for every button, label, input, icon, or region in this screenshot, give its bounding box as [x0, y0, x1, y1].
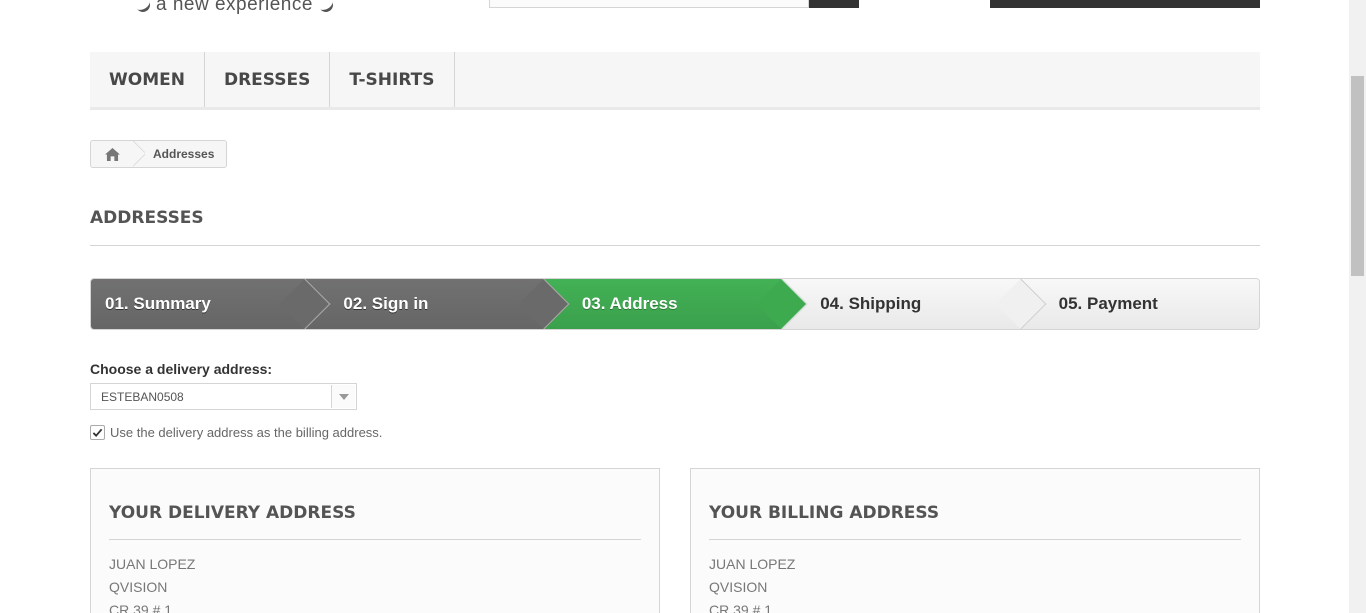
delivery-address-select[interactable]: ESTEBAN0508	[90, 383, 357, 410]
menu-item-dresses[interactable]: DRESSES	[205, 52, 331, 107]
top-menu: WOMEN DRESSES T-SHIRTS	[90, 52, 1260, 110]
cart-button[interactable]	[990, 0, 1260, 8]
menu-item-tshirts[interactable]: T-SHIRTS	[330, 52, 455, 107]
same-billing-row: Use the delivery address as the billing …	[90, 425, 382, 440]
selected-address-value: ESTEBAN0508	[101, 389, 184, 404]
billing-address-title: YOUR BILLING ADDRESS	[709, 469, 1241, 540]
billing-address-box: YOUR BILLING ADDRESS JUAN LOPEZ QVISION …	[690, 468, 1260, 613]
step-address: 03. Address	[543, 279, 808, 329]
checkmark-icon	[92, 428, 103, 438]
page-title: ADDRESSES	[90, 208, 1260, 246]
breadcrumb: Addresses	[90, 140, 228, 168]
step-label: 02. Sign in	[343, 294, 429, 313]
same-billing-label[interactable]: Use the delivery address as the billing …	[110, 425, 382, 440]
address-line: CR 39 # 1	[109, 602, 173, 613]
step-payment: 05. Payment	[1020, 279, 1259, 329]
search-button[interactable]	[809, 0, 859, 8]
logo-tagline: a new experience	[130, 0, 339, 16]
home-icon	[104, 147, 120, 161]
step-label: 04. Shipping	[820, 294, 922, 313]
same-billing-checkbox[interactable]	[90, 425, 105, 440]
step-shipping: 04. Shipping	[782, 279, 1047, 329]
delivery-address-title: YOUR DELIVERY ADDRESS	[109, 469, 641, 540]
address-line: QVISION	[709, 579, 768, 595]
step-label: 01. Summary	[105, 294, 211, 313]
menu-item-women[interactable]: WOMEN	[90, 52, 205, 107]
search-input[interactable]	[489, 0, 809, 8]
step-label: 03. Address	[581, 294, 678, 313]
address-line: QVISION	[109, 579, 168, 595]
step-summary[interactable]: 01. Summary	[91, 279, 331, 329]
address-line: JUAN LOPEZ	[709, 556, 796, 572]
scrollbar-thumb[interactable]	[1351, 76, 1364, 276]
breadcrumb-current: Addresses	[153, 147, 215, 161]
logo-swoosh-icon	[316, 0, 336, 15]
delivery-address-box: YOUR DELIVERY ADDRESS JUAN LOPEZ QVISION…	[90, 468, 660, 613]
address-line: CR 39 # 1	[709, 602, 773, 613]
breadcrumb-home[interactable]	[91, 141, 133, 167]
logo-swoosh-icon	[133, 0, 153, 15]
step-label: 05. Payment	[1058, 294, 1158, 313]
breadcrumb-separator-icon	[133, 141, 145, 167]
step-sign-in[interactable]: 02. Sign in	[305, 279, 570, 329]
delivery-address-label: Choose a delivery address:	[90, 361, 273, 377]
chevron-down-icon[interactable]	[331, 385, 355, 408]
address-line: JUAN LOPEZ	[109, 556, 196, 572]
order-steps: 01. Summary 02. Sign in 03. Address 04. …	[90, 278, 1260, 330]
page-scrollbar[interactable]	[1349, 0, 1366, 613]
